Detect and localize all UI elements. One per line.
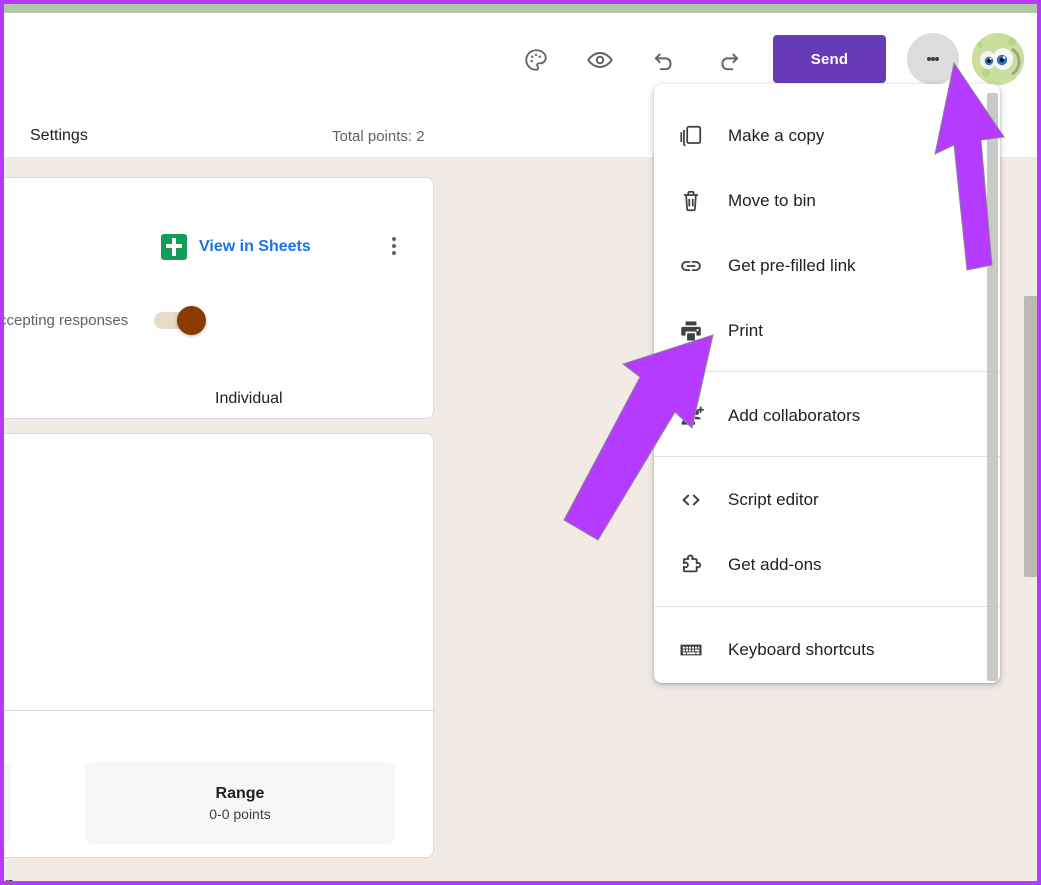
score-chip-range[interactable]: Range 0-0 points: [85, 762, 395, 844]
more-dot: [935, 57, 939, 61]
chip-title: Range: [215, 784, 265, 802]
undo-icon[interactable]: [642, 38, 686, 82]
menu-item-script-editor[interactable]: Script editor: [654, 468, 1000, 532]
code-brackets-icon: [654, 486, 728, 514]
menu-item-get-pre-filled-link[interactable]: Get pre-filled link: [654, 234, 1000, 298]
annotation-top-strip: [4, 4, 1037, 13]
accepting-responses-label: Accepting responses: [4, 312, 129, 329]
more-vert-button[interactable]: [907, 33, 959, 85]
card-divider: [4, 710, 435, 711]
menu-separator: [654, 456, 1000, 457]
responses-card: View in Sheets Accepting responses Indiv…: [4, 177, 434, 419]
settings-tab-label[interactable]: Settings: [30, 127, 88, 145]
menu-item-add-collaborators[interactable]: Add collaborators: [654, 384, 1000, 448]
menu-item-label: Keyboard shortcuts: [728, 640, 875, 659]
score-chip-average[interactable]: [4, 762, 11, 844]
app-canvas: Send Settings Total points: 2 View in Sh…: [4, 13, 1037, 881]
page-scrollbar-thumb[interactable]: [1024, 296, 1037, 577]
menu-scrollbar-thumb[interactable]: [987, 93, 998, 681]
menu-separator: [654, 606, 1000, 607]
redo-icon[interactable]: [707, 38, 751, 82]
google-sheets-icon: [161, 234, 187, 260]
view-in-sheets-link[interactable]: View in Sheets: [199, 238, 311, 256]
accepting-responses-toggle[interactable]: [154, 306, 207, 335]
eye-icon[interactable]: [578, 38, 622, 82]
tab-individual[interactable]: Individual: [215, 390, 283, 408]
screenshot-frame: Send Settings Total points: 2 View in Sh…: [0, 0, 1041, 885]
menu-item-label: Script editor: [728, 490, 819, 509]
responses-more-vert-button[interactable]: [376, 228, 412, 264]
menu-item-keyboard-shortcuts[interactable]: Keyboard shortcuts: [654, 618, 1000, 682]
printer-icon: [654, 318, 728, 344]
menu-item-get-add-ons[interactable]: Get add-ons: [654, 533, 1000, 597]
more-dot: [392, 237, 396, 241]
chip-subtitle: 0-0 points: [209, 805, 271, 822]
question-title-fragment: n: [5, 874, 14, 881]
accepting-responses-row: Accepting responses: [4, 306, 207, 335]
menu-item-label: Add collaborators: [728, 406, 861, 425]
menu-item-label: Make a copy: [728, 126, 825, 145]
overflow-menu: Make a copy Move to bin Get pre-filled l…: [654, 84, 1000, 683]
trash-icon: [654, 188, 728, 214]
total-points-label: Total points: 2: [332, 128, 425, 145]
more-dot: [392, 251, 396, 255]
form-toolbar: Send: [4, 13, 1037, 91]
link-icon: [654, 253, 728, 279]
person-add-icon: [654, 403, 728, 430]
palette-icon[interactable]: [514, 38, 558, 82]
menu-item-print[interactable]: Print: [654, 299, 1000, 363]
menu-item-label: Move to bin: [728, 191, 816, 210]
menu-item-label: Print: [728, 321, 763, 340]
puzzle-piece-icon: [654, 552, 728, 579]
more-dot: [392, 244, 396, 248]
avatar[interactable]: [972, 33, 1024, 85]
menu-item-make-a-copy[interactable]: Make a copy: [654, 104, 1000, 168]
view-in-sheets-row[interactable]: View in Sheets: [161, 234, 311, 260]
menu-item-move-to-bin[interactable]: Move to bin: [654, 169, 1000, 233]
copy-icon: [654, 123, 728, 149]
send-button[interactable]: Send: [773, 35, 886, 83]
menu-item-label: Get add-ons: [728, 555, 822, 574]
quiz-summary-card: Range 0-0 points n: [4, 433, 435, 881]
menu-item-label: Get pre-filled link: [728, 256, 856, 275]
keyboard-icon: [654, 636, 728, 664]
menu-separator: [654, 371, 1000, 372]
